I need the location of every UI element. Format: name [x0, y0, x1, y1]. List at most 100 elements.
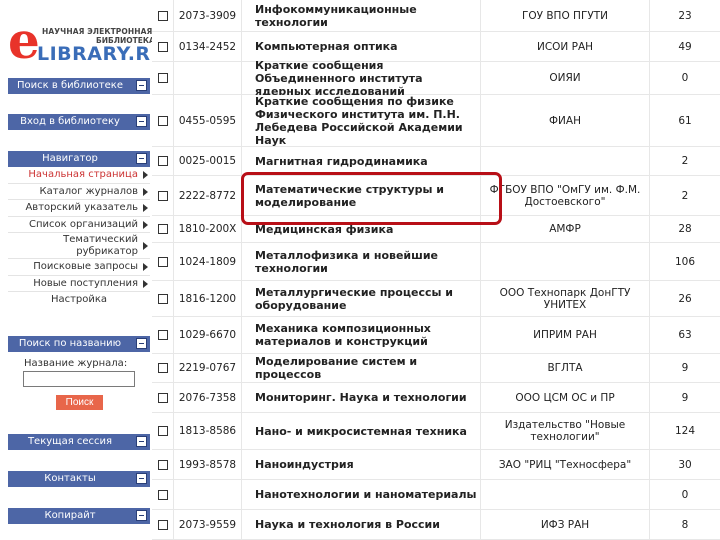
publisher-cell: АМФР: [481, 216, 649, 242]
nav-item-rubricator[interactable]: Тематический рубрикатор: [8, 233, 150, 259]
journal-title-link[interactable]: Магнитная гидродинамика: [242, 147, 480, 175]
journal-title-link[interactable]: Моделирование систем и процессов: [242, 354, 480, 382]
row-checkbox-cell: [152, 317, 173, 353]
panel-search-library[interactable]: Поиск в библиотеке: [8, 78, 150, 94]
row-checkbox[interactable]: [157, 256, 168, 267]
table-row: Нанотехнологии и наноматериалы 0: [152, 480, 720, 510]
panel-current-session[interactable]: Текущая сессия: [8, 434, 150, 450]
row-checkbox[interactable]: [157, 73, 168, 83]
panel-copyright[interactable]: Копирайт: [8, 508, 150, 524]
panel-label: Копирайт: [44, 510, 96, 521]
page: e НАУЧНАЯ ЭЛЕКТРОННАЯ БИБЛИОТЕКА LIBRARY…: [0, 0, 720, 540]
row-checkbox-cell: [152, 243, 173, 280]
panel-search-by-name[interactable]: Поиск по названию: [8, 336, 150, 352]
elibrary-logo[interactable]: e НАУЧНАЯ ЭЛЕКТРОННАЯ БИБЛИОТЕКА LIBRARY…: [8, 16, 166, 66]
journal-title-link[interactable]: Механика композиционных материалов и кон…: [242, 317, 480, 353]
row-checkbox[interactable]: [157, 459, 168, 470]
count-cell: 9: [650, 383, 720, 412]
journal-title-link[interactable]: Металлофизика и новейшие технологии: [242, 243, 480, 280]
panel-contacts[interactable]: Контакты: [8, 471, 150, 487]
count-cell: 23: [650, 0, 720, 31]
table-row: 2222-8772 Математические структуры и мод…: [152, 176, 720, 216]
issn-cell: 0025-0015: [174, 147, 241, 175]
journal-title-link[interactable]: Наука и технология в России: [242, 510, 480, 539]
nav-item-organizations[interactable]: Список организаций: [8, 216, 150, 233]
journal-title-link[interactable]: Нанотехнологии и наноматериалы: [242, 480, 480, 509]
row-checkbox[interactable]: [157, 363, 168, 373]
nav-item-home[interactable]: Начальная страница: [8, 167, 150, 184]
row-checkbox-cell: [152, 0, 173, 31]
collapse-icon[interactable]: [136, 473, 147, 484]
panel-login[interactable]: Вход в библиотеку: [8, 114, 150, 130]
arrow-right-icon: [143, 204, 148, 212]
row-checkbox-cell: [152, 510, 173, 539]
journals-table: 2073-3909 Инфокоммуникационные технологи…: [152, 0, 720, 540]
nav-item-settings[interactable]: Настройка: [8, 292, 150, 309]
nav-item-label: Список организаций: [29, 218, 138, 230]
row-checkbox[interactable]: [157, 115, 168, 126]
row-checkbox[interactable]: [157, 156, 168, 166]
row-checkbox[interactable]: [157, 489, 168, 500]
journal-title-link[interactable]: Мониторинг. Наука и технологии: [242, 383, 480, 412]
journal-title-link[interactable]: Нано- и микросистемная техника: [242, 413, 480, 449]
journal-title-link[interactable]: Краткие сообщения Объединенного институт…: [242, 59, 480, 98]
publisher-cell: [481, 243, 649, 280]
row-checkbox-cell: [152, 281, 173, 316]
collapse-icon[interactable]: [136, 510, 147, 521]
table-row: 0025-0015 Магнитная гидродинамика 2: [152, 147, 720, 176]
publisher-cell: Издательство "Новые технологии": [481, 413, 649, 449]
publisher-cell: [481, 147, 649, 175]
nav-item-label: Каталог журналов: [39, 185, 138, 197]
collapse-icon[interactable]: [136, 338, 147, 349]
table-row: 1813-8586 Нано- и микросистемная техника…: [152, 413, 720, 450]
issn-cell: 1993-8578: [174, 450, 241, 479]
journal-title-link[interactable]: Металлургические процессы и оборудование: [242, 281, 480, 316]
journal-title-link[interactable]: Краткие сообщения по физике Физического …: [242, 95, 480, 147]
count-cell: 124: [650, 413, 720, 449]
row-checkbox-cell: [152, 216, 173, 242]
table-row: 1810-200X Медицинская физика АМФР 28: [152, 216, 720, 243]
journal-title-link[interactable]: Компьютерная оптика: [242, 32, 480, 61]
search-button[interactable]: Поиск: [56, 395, 103, 410]
arrow-right-icon: [143, 279, 148, 288]
row-checkbox[interactable]: [157, 41, 168, 52]
row-checkbox[interactable]: [157, 392, 168, 403]
table-row: 2219-0767 Моделирование систем и процесс…: [152, 354, 720, 383]
publisher-cell: ВГЛТА: [481, 354, 649, 382]
row-checkbox[interactable]: [157, 10, 168, 21]
navigator-menu: Начальная страница Каталог журналов Авто…: [8, 167, 150, 309]
nav-item-search-queries[interactable]: Поисковые запросы: [8, 259, 150, 276]
nav-item-journal-catalog[interactable]: Каталог журналов: [8, 183, 150, 200]
count-cell: 26: [650, 281, 720, 316]
collapse-icon[interactable]: [136, 116, 147, 127]
panel-navigator[interactable]: Навигатор: [8, 151, 150, 167]
journal-title-link[interactable]: Инфокоммуникационные технологии: [242, 0, 480, 31]
nav-item-label-line2: рубрикатор: [76, 246, 138, 257]
row-checkbox-cell: [152, 354, 173, 382]
row-checkbox-cell: [152, 32, 173, 61]
nav-item-new-arrivals[interactable]: Новые поступления: [8, 275, 150, 292]
journal-name-input[interactable]: [23, 371, 135, 387]
nav-item-author-index[interactable]: Авторский указатель: [8, 200, 150, 217]
row-checkbox[interactable]: [157, 330, 168, 340]
row-checkbox[interactable]: [157, 190, 168, 201]
journal-title-link[interactable]: Медицинская физика: [242, 216, 480, 242]
issn-cell: 2222-8772: [174, 176, 241, 215]
journal-name-label: Название журнала:: [24, 358, 128, 369]
row-checkbox[interactable]: [157, 224, 168, 234]
publisher-cell: ФГБОУ ВПО "ОмГУ им. Ф.М. Достоевского": [481, 176, 649, 215]
row-checkbox[interactable]: [157, 426, 168, 436]
collapse-icon[interactable]: [136, 80, 147, 91]
nav-item-label: Начальная страница: [28, 169, 138, 180]
collapse-icon[interactable]: [136, 153, 147, 164]
row-checkbox-cell: [152, 176, 173, 215]
row-checkbox[interactable]: [157, 519, 168, 530]
collapse-icon[interactable]: [136, 436, 147, 447]
row-checkbox[interactable]: [157, 293, 168, 304]
journal-title-link[interactable]: Наноиндустрия: [242, 450, 480, 479]
publisher-cell: ЗАО "РИЦ "Техносфера": [481, 450, 649, 479]
arrow-right-icon: [143, 242, 148, 250]
publisher-cell: ООО ЦСМ ОС и ПР: [481, 383, 649, 412]
journal-title-link[interactable]: Математические структуры и моделирование: [242, 176, 480, 215]
table-row: 2073-3909 Инфокоммуникационные технологи…: [152, 0, 720, 32]
